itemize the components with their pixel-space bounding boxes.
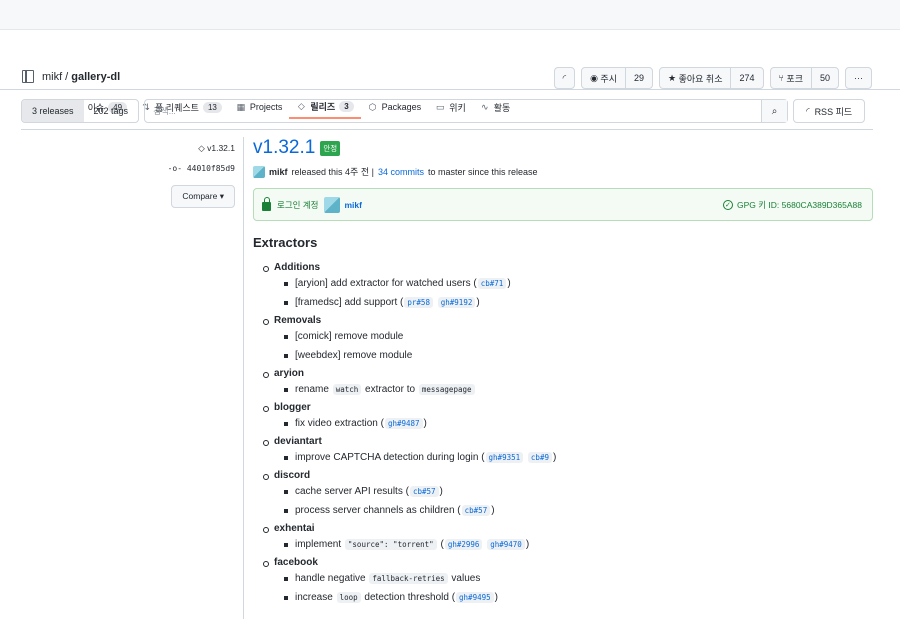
list-item: Removals [comick] remove module [weebdex…	[263, 315, 873, 363]
star-button[interactable]: ★ 좋아요 취소 274	[659, 67, 764, 89]
release-tag-link[interactable]: ◇ v1.32.1	[150, 143, 235, 154]
tag-icon: ◇	[198, 143, 208, 153]
avatar[interactable]	[253, 165, 265, 178]
watch-count[interactable]: 29	[624, 68, 652, 88]
search-input[interactable]: 검색... ⌕	[144, 99, 789, 123]
release-sidebar: ◇ v1.32.1 -o- 44010f85d9 Compare ▾	[150, 143, 235, 208]
gpg-key: ✓ GPG 키 ID: 5680CA389D365A88	[722, 199, 862, 211]
list-item: blogger fix video extraction (gh#9487)	[263, 402, 873, 431]
star-count[interactable]: 274	[730, 68, 762, 88]
lock-icon	[262, 197, 271, 211]
repo-title: mikf / gallery-dl	[22, 70, 120, 83]
rss-button[interactable]: ◜	[553, 67, 576, 89]
fork-count[interactable]: 50	[810, 68, 838, 88]
commit-hash: 44010f85d9	[186, 164, 235, 173]
verified-user-link[interactable]: mikf	[344, 200, 361, 210]
rss-feed-button[interactable]: ◜ RSS 피드	[793, 99, 866, 123]
list-item: [framedsc] add support (pr#58 gh#9192)	[284, 296, 873, 310]
release-title: v1.32.1 안정	[253, 137, 873, 159]
release-version-link[interactable]: v1.32.1	[253, 137, 315, 159]
verified-signature-box: 로그인 계정 mikf ✓ GPG 키 ID: 5680CA389D365A88	[253, 188, 873, 221]
list-item: exhentai implement "source": "torrent" (…	[263, 523, 873, 552]
list-item: handle negative fallback-retries values	[284, 572, 873, 586]
repo-icon	[22, 70, 34, 83]
list-item: implement "source": "torrent" (gh#2996 g…	[284, 538, 873, 552]
repo-actions: ◜ ◉ 주시 29 ★ 좋아요 취소 274 ⑂ 포크 50 ···	[553, 67, 872, 89]
list-item: facebook handle negative fallback-retrie…	[263, 557, 873, 605]
stable-badge: 안정	[320, 140, 341, 156]
releases-tags-toggle: 3 releases 202 tags	[21, 99, 140, 123]
tags-toggle[interactable]: 202 tags	[84, 100, 139, 122]
compare-button[interactable]: Compare ▾	[171, 185, 235, 208]
search-placeholder: 검색...	[153, 106, 176, 116]
list-item: [aryion] add extractor for watched users…	[284, 277, 873, 291]
list-item: aryion rename watch extractor to message…	[263, 368, 873, 397]
eye-icon: ◉	[590, 72, 601, 83]
list-item: Additions [aryion] add extractor for wat…	[263, 262, 873, 310]
more-button[interactable]: ···	[845, 67, 872, 89]
list-item: rename watch extractor to messagepage	[284, 383, 873, 397]
repo-name-link[interactable]: gallery-dl	[71, 71, 120, 83]
releases-toolbar: 3 releases 202 tags 검색... ⌕ ◜ RSS 피드	[21, 99, 873, 123]
chevron-down-icon: ▾	[219, 191, 224, 201]
check-circle-icon: ✓	[722, 199, 733, 210]
repo-owner-link[interactable]: mikf	[42, 71, 62, 83]
watch-label: 주시	[600, 73, 617, 84]
list-item: deviantart improve CAPTCHA detection dur…	[263, 436, 873, 465]
release-meta: mikf released this 4주 전 | 34 commits to …	[253, 165, 873, 178]
list-item: increase loop detection threshold (gh#94…	[284, 591, 873, 605]
divider	[21, 129, 873, 130]
list-item: discord cache server API results (cb#57)…	[263, 470, 873, 518]
column-divider	[243, 137, 244, 619]
avatar[interactable]	[324, 196, 341, 213]
repo-header: mikf / gallery-dl ◜ ◉ 주시 29 ★ 좋아요 취소 274…	[0, 30, 900, 119]
search-icon[interactable]: ⌕	[761, 100, 788, 122]
section-heading: Extractors	[253, 235, 318, 250]
gpg-key-text: GPG 키 ID: 5680CA389D365A88	[736, 199, 862, 210]
star-icon: ★	[668, 72, 679, 83]
tag-label: v1.32.1	[207, 143, 235, 153]
fork-icon: ⑂	[778, 73, 787, 83]
commit-link[interactable]: -o- 44010f85d9	[150, 164, 235, 173]
releases-toggle[interactable]: 3 releases	[22, 100, 84, 122]
list-item: [weebdex] remove module	[284, 349, 873, 363]
verified-label: 로그인 계정	[277, 199, 319, 210]
repo-separator: /	[65, 70, 69, 83]
compare-label: Compare	[182, 191, 218, 201]
fork-button[interactable]: ⑂ 포크 50	[769, 67, 839, 89]
list-item: cache server API results (cb#57)	[284, 485, 873, 499]
commit-icon: -o-	[167, 164, 187, 173]
list-item: [comick] remove module	[284, 330, 873, 344]
rss-label: RSS 피드	[814, 106, 853, 117]
rss-icon: ◜	[562, 72, 567, 83]
release-meta-text-2: to master since this release	[427, 166, 538, 177]
fork-label: 포크	[786, 73, 803, 84]
list-item: process server channels as children (cb#…	[284, 504, 873, 518]
release-body: v1.32.1 안정 mikf released this 4주 전 | 34 …	[253, 137, 873, 610]
more-icon: ···	[854, 73, 863, 83]
commits-link[interactable]: 34 commits	[378, 167, 424, 177]
extractor-list: Additions [aryion] add extractor for wat…	[253, 262, 873, 605]
list-item: fix video extraction (gh#9487)	[284, 417, 873, 431]
author-link[interactable]: mikf	[269, 167, 288, 177]
release-meta-text: released this 4주 전 |	[291, 167, 374, 177]
star-label: 좋아요 취소	[678, 73, 723, 84]
watch-button[interactable]: ◉ 주시 29	[581, 67, 653, 89]
rss-icon: ◜	[806, 105, 810, 116]
top-bar	[0, 0, 900, 30]
list-item: improve CAPTCHA detection during login (…	[284, 451, 873, 465]
